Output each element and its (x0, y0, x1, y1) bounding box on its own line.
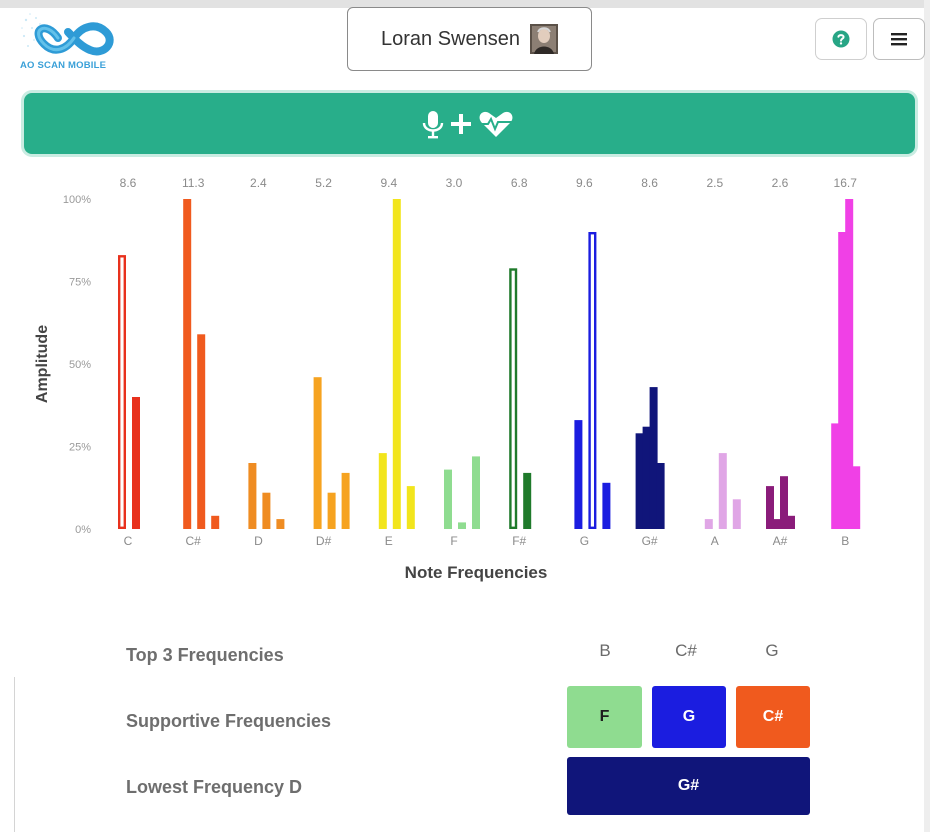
top-value-label: 2.4 (250, 176, 267, 190)
bar-mark (588, 231, 597, 530)
bar-mark (718, 453, 727, 529)
x-tick-label: F# (512, 534, 526, 548)
bar-mark (642, 426, 651, 529)
y-tick-label: 0% (75, 524, 91, 536)
avatar (529, 24, 558, 54)
bar-mark (313, 377, 322, 529)
bar-mark (248, 463, 257, 529)
x-tick-label: D# (316, 534, 332, 548)
y-axis-label: Amplitude (34, 325, 51, 403)
y-tick-label: 25% (69, 442, 91, 454)
bar-mark (406, 486, 415, 529)
logo-text: AO SCAN MOBILE (20, 60, 107, 71)
top-value-label: 9.4 (380, 176, 397, 190)
top3-note: C# (675, 641, 697, 660)
top3-note: B (599, 641, 611, 660)
x-axis-label: Note Frequencies (405, 563, 548, 582)
top-value-label: 2.6 (772, 176, 789, 190)
bar-mark (780, 476, 788, 529)
top-value-label: 16.7 (834, 176, 858, 190)
bar-mark (766, 486, 774, 529)
hamburger-menu-icon (891, 33, 907, 46)
x-tick-label: C# (186, 534, 202, 548)
bar-mark (649, 387, 658, 529)
bar-mark (197, 334, 206, 529)
supportive-label: Supportive Frequencies (126, 711, 332, 731)
side-panel-edge (0, 677, 15, 832)
note-frequency-chart: 0% 25% 50% 75% 100% Amplitude Note Frequencies… (34, 176, 861, 582)
microphone-icon (422, 110, 443, 138)
bar-mark (262, 492, 271, 529)
bar-mark (132, 397, 140, 529)
top-value-label: 9.6 (576, 176, 593, 190)
supportive-tile: C# (736, 686, 810, 748)
y-tick-label: 75% (69, 277, 91, 289)
bar-mark (704, 519, 713, 529)
top-value-label: 3.0 (446, 176, 463, 190)
top-value-label: 2.5 (706, 176, 723, 190)
bar-mark (509, 268, 518, 529)
user-profile-button[interactable]: Loran Swensen (347, 7, 592, 71)
bar-mark (183, 199, 192, 529)
bar-mark (656, 463, 665, 529)
top-value-label: 8.6 (641, 176, 658, 190)
bar-mark (852, 466, 861, 529)
bar-mark (787, 515, 795, 529)
lowest-frequency-tile: G# (567, 757, 810, 815)
x-tick-label: C (124, 534, 133, 548)
bar-mark (341, 472, 350, 529)
top-value-label: 8.6 (120, 176, 137, 190)
top3-label: Top 3 Frequencies (126, 645, 284, 665)
bar-mark (378, 453, 387, 529)
x-tick-label: G (580, 534, 589, 548)
bar-mark (276, 519, 285, 529)
bar-mark (117, 255, 126, 530)
bar-mark (574, 420, 583, 529)
x-tick-label: A# (773, 534, 788, 548)
bar-mark (635, 433, 644, 529)
menu-button[interactable] (873, 18, 925, 60)
help-button[interactable] (815, 18, 867, 60)
bar-mark (211, 515, 220, 529)
y-tick-label: 100% (63, 194, 91, 206)
y-tick-label: 50% (69, 359, 91, 371)
x-tick-label: B (841, 534, 849, 548)
supportive-tile: G (652, 686, 726, 748)
bar-mark (773, 519, 781, 529)
x-tick-label: D (254, 534, 263, 548)
top3-note: G (765, 641, 779, 660)
top-value-label: 11.3 (182, 176, 205, 190)
bar-mark (732, 499, 741, 529)
record-icons (422, 110, 512, 138)
bar-mark (831, 423, 840, 529)
x-tick-label: A (711, 534, 719, 548)
x-tick-label: E (385, 534, 393, 548)
record-scan-button[interactable] (24, 93, 915, 154)
bar-mark (523, 472, 532, 529)
plus-icon (450, 113, 471, 134)
question-circle-icon (832, 30, 850, 48)
x-tick-label: G# (642, 534, 658, 548)
user-name: Loran Swensen (381, 27, 520, 50)
bar-mark (845, 199, 854, 529)
supportive-tile: F (567, 686, 642, 748)
bar-mark (458, 522, 466, 529)
x-tick-label: F (450, 534, 457, 548)
bar-mark (444, 469, 452, 529)
bar-mark (327, 492, 336, 529)
top-value-label: 6.8 (511, 176, 528, 190)
heartbeat-icon (479, 111, 512, 137)
bar-mark (472, 456, 480, 529)
lowest-label: Lowest Frequency D (126, 777, 303, 797)
bar-mark (838, 232, 847, 529)
top-value-label: 5.2 (315, 176, 332, 190)
bar-mark (602, 482, 611, 529)
app-screen: AO SCAN MOBILE Loran Swensen 0% 25% 50% … (0, 0, 930, 832)
bar-mark (392, 199, 401, 529)
